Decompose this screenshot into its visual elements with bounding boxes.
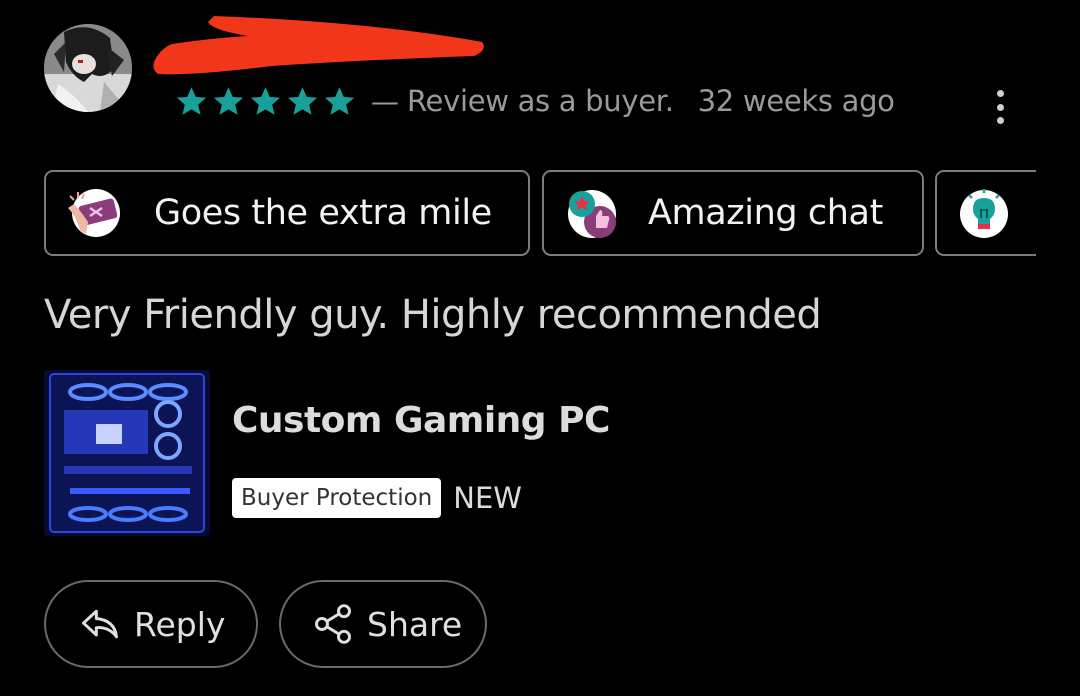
- dot-icon: [996, 117, 1004, 124]
- reviewer-avatar[interactable]: [44, 24, 132, 112]
- star-icon: [176, 86, 207, 115]
- tag-chip-extra-mile[interactable]: Goes the extra mile: [44, 170, 530, 256]
- share-label: Share: [367, 604, 463, 644]
- tag-chip-lightbulb[interactable]: [935, 170, 1036, 256]
- buyer-protection-badge: Buyer Protection: [232, 478, 442, 518]
- tag-label: Amazing chat: [648, 193, 883, 233]
- review-time: 32 weeks ago: [697, 84, 895, 118]
- star-icon: [287, 86, 318, 115]
- star-icon: [213, 86, 244, 115]
- share-button[interactable]: Share: [279, 580, 487, 668]
- reply-icon: [82, 609, 118, 639]
- chat-thumbs-icon: [568, 190, 616, 238]
- more-options-button[interactable]: [984, 86, 1016, 128]
- reply-button[interactable]: Reply: [44, 580, 258, 668]
- product-title[interactable]: Custom Gaming PC: [232, 400, 610, 441]
- dot-icon: [996, 103, 1004, 111]
- tag-label: Goes the extra mile: [154, 193, 492, 233]
- extra-mile-icon: [68, 189, 120, 237]
- redacted-username: [153, 16, 484, 75]
- reply-label: Reply: [134, 604, 226, 644]
- review-role: Review as a buyer.: [407, 84, 674, 118]
- rating-row: — Review as a buyer. 32 weeks ago: [174, 80, 895, 122]
- dot-icon: [996, 90, 1004, 97]
- star-rating: [174, 84, 357, 119]
- star-icon: [250, 86, 281, 115]
- product-condition: NEW: [453, 481, 522, 515]
- product-thumbnail[interactable]: [44, 370, 210, 536]
- separator-dash: —: [371, 84, 399, 118]
- star-icon: [324, 86, 355, 115]
- tag-chip-amazing-chat[interactable]: Amazing chat: [542, 170, 924, 256]
- tag-chips: Goes the extra mile Amazing chat: [0, 170, 1036, 258]
- review-comment: Very Friendly guy. Highly recommended: [44, 292, 822, 338]
- share-icon: [315, 604, 351, 644]
- lightbulb-icon: [960, 189, 1008, 238]
- product-tags: Buyer Protection NEW: [232, 478, 522, 518]
